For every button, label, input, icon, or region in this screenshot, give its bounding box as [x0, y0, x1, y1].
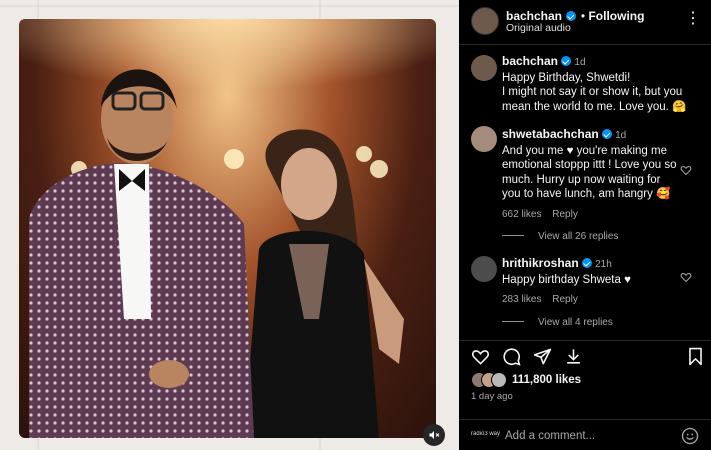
caption-avatar[interactable] — [471, 55, 497, 81]
header-username[interactable]: bachchan — [506, 9, 562, 23]
caption-line: mean the world to me. Love you. 🤗 — [502, 100, 687, 113]
likes-count[interactable]: 111,800 likes — [512, 374, 581, 386]
divider — [459, 419, 711, 420]
comment-line: Happy birthday Shweta ♥ — [502, 273, 631, 286]
posted-time[interactable]: 1 day ago — [471, 391, 513, 402]
view-replies-label: View all 4 replies — [538, 317, 613, 328]
comment: hrithikroshan 21h Happy birthday Shweta … — [502, 256, 692, 305]
comment-line: much. Hurry up now waiting for — [502, 173, 661, 186]
post-photo — [19, 19, 436, 438]
original-audio-link[interactable]: Original audio — [506, 22, 571, 34]
comment-icon[interactable] — [502, 347, 521, 366]
emoji-icon[interactable] — [681, 427, 699, 445]
avatar[interactable] — [471, 7, 499, 35]
like-heart-icon[interactable] — [471, 347, 490, 366]
caption-line: Happy Birthday, Shwetdi! — [502, 71, 631, 84]
reply-button[interactable]: Reply — [552, 209, 578, 220]
verified-badge-icon — [601, 129, 612, 139]
comment-avatar[interactable] — [471, 126, 497, 152]
post-side-panel: bachchan • Following Original audio ⋮ ba… — [459, 0, 711, 450]
view-replies-button[interactable]: View all 26 replies — [502, 231, 618, 242]
heart-icon[interactable] — [680, 271, 692, 283]
verified-badge-icon — [566, 11, 577, 21]
comment-line: And you me ♥ you're making me — [502, 144, 667, 157]
comment-time: 1d — [615, 130, 627, 141]
divider — [459, 340, 711, 341]
download-icon[interactable] — [564, 347, 583, 366]
comment-avatar[interactable] — [471, 256, 497, 282]
comment-username[interactable]: shwetabachchan — [502, 127, 599, 141]
comment-line: emotional stoppp ittt ! Love you so — [502, 159, 677, 171]
comment-username[interactable]: hrithikroshan — [502, 256, 579, 270]
caption-line: I might not say it or show it, but you — [502, 86, 683, 98]
watermark-logo: radio3 way — [471, 431, 501, 437]
verified-badge-icon — [561, 56, 572, 66]
comment-likes[interactable]: 283 likes — [502, 294, 541, 305]
avatar — [491, 372, 507, 388]
share-send-icon[interactable] — [533, 347, 552, 366]
caption: bachchan 1d Happy Birthday, Shwetdi! I m… — [502, 54, 702, 114]
comment-line: you to have lunch, am hangry 🥰 — [502, 188, 671, 200]
more-options-icon[interactable]: ⋮ — [685, 8, 701, 28]
following-button[interactable]: Following — [588, 9, 644, 23]
view-replies-button[interactable]: View all 4 replies — [502, 317, 613, 328]
comment: shwetabachchan 1d And you me ♥ you're ma… — [502, 127, 692, 220]
mute-button[interactable] — [423, 424, 445, 446]
verified-badge-icon — [581, 258, 592, 268]
post-media[interactable] — [0, 0, 459, 450]
view-replies-label: View all 26 replies — [538, 231, 619, 242]
heart-icon[interactable] — [680, 164, 692, 176]
replies-divider — [502, 235, 524, 236]
caption-username[interactable]: bachchan — [502, 54, 558, 68]
comment-time: 21h — [595, 259, 612, 270]
speaker-muted-icon — [429, 431, 440, 439]
save-bookmark-icon[interactable] — [687, 347, 704, 366]
reply-button[interactable]: Reply — [552, 294, 578, 305]
replies-divider — [502, 321, 524, 322]
comment-likes[interactable]: 662 likes — [502, 209, 541, 220]
comment-input[interactable]: Add a comment... — [505, 430, 595, 442]
caption-time: 1d — [574, 57, 586, 68]
post-header: bachchan • Following Original audio ⋮ — [459, 0, 711, 45]
